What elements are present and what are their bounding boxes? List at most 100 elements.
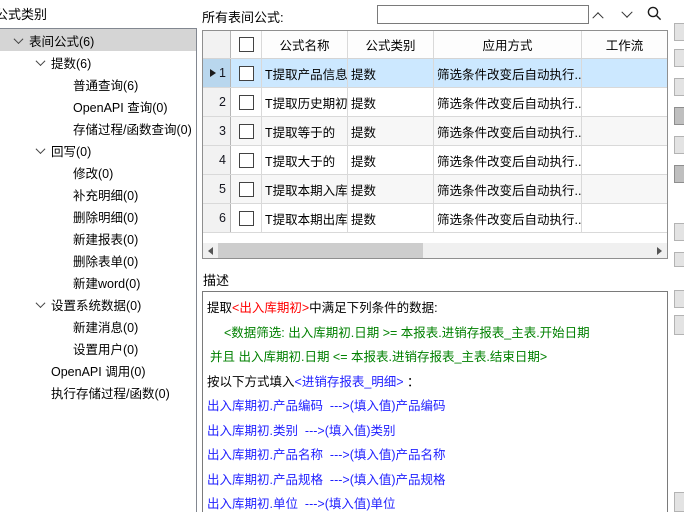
cell-formula-category[interactable]: 提数	[348, 59, 434, 87]
row-checkbox[interactable]	[239, 66, 254, 81]
row-checkbox[interactable]	[239, 153, 254, 168]
clipped-side-button[interactable]	[674, 252, 684, 267]
tree-item[interactable]: 表间公式(6)	[0, 29, 196, 51]
tree-item[interactable]: 删除表单(0)	[0, 249, 196, 271]
clipped-side-button[interactable]	[674, 492, 684, 512]
select-all-checkbox[interactable]	[239, 37, 254, 52]
tree-chevron-box[interactable]	[30, 381, 51, 403]
cell-formula-category[interactable]: 提数	[348, 204, 434, 232]
cell-workflow[interactable]	[582, 117, 667, 145]
tree-chevron-box[interactable]	[30, 293, 51, 315]
tree-item[interactable]: OpenAPI 查询(0)	[0, 95, 196, 117]
tree-chevron-box[interactable]	[30, 139, 51, 161]
table-row[interactable]: 1 T提取产品信息 提数 筛选条件改变后自动执行...	[203, 59, 667, 88]
cell-apply-mode[interactable]: 筛选条件改变后自动执行...	[434, 204, 582, 232]
clipped-side-button[interactable]	[674, 223, 684, 241]
tree-item[interactable]: 设置系统数据(0)	[0, 293, 196, 315]
table-row[interactable]: 5 T提取本期入库 提数 筛选条件改变后自动执行...	[203, 175, 667, 204]
cell-workflow[interactable]	[582, 88, 667, 116]
row-checkbox-cell[interactable]	[231, 59, 262, 87]
row-checkbox[interactable]	[239, 95, 254, 110]
tree-item[interactable]: 补充明细(0)	[0, 183, 196, 205]
tree-chevron-box[interactable]	[52, 271, 73, 293]
table-row[interactable]: 3 T提取等于的 提数 筛选条件改变后自动执行...	[203, 117, 667, 146]
row-checkbox[interactable]	[239, 211, 254, 226]
tree-chevron-box[interactable]	[52, 95, 73, 117]
tree-item[interactable]: 普通查询(6)	[0, 73, 196, 95]
clipped-side-button[interactable]	[674, 165, 684, 183]
clipped-side-button[interactable]	[674, 49, 684, 67]
tree-chevron-box[interactable]	[52, 183, 73, 205]
row-indicator-cell[interactable]: 4	[203, 146, 231, 174]
tree-chevron-box[interactable]	[52, 161, 73, 183]
row-indicator-cell[interactable]: 5	[203, 175, 231, 203]
scroll-left-button[interactable]	[203, 243, 218, 258]
tree-chevron-box[interactable]	[52, 205, 73, 227]
row-indicator-cell[interactable]: 1	[203, 59, 231, 87]
tree-chevron-box[interactable]	[52, 117, 73, 139]
tree-item[interactable]: 存储过程/函数查询(0)	[0, 117, 196, 139]
row-checkbox-cell[interactable]	[231, 117, 262, 145]
tree-chevron-box[interactable]	[52, 73, 73, 95]
col-header-workflow[interactable]: 工作流	[582, 31, 667, 58]
tree-chevron-box[interactable]	[30, 359, 51, 381]
tree-chevron-box[interactable]	[30, 51, 51, 73]
clipped-side-button[interactable]	[674, 78, 684, 96]
search-input[interactable]	[377, 5, 589, 24]
row-checkbox-cell[interactable]	[231, 88, 262, 116]
horizontal-scrollbar[interactable]	[203, 243, 667, 258]
scrollbar-thumb[interactable]	[218, 243, 423, 258]
tree-item[interactable]: 设置用户(0)	[0, 337, 196, 359]
cell-formula-name[interactable]: T提取大于的	[262, 146, 348, 174]
col-header-formula-category[interactable]: 公式类别	[348, 31, 434, 58]
tree-item[interactable]: 执行存储过程/函数(0)	[0, 381, 196, 403]
cell-workflow[interactable]	[582, 175, 667, 203]
cell-workflow[interactable]	[582, 59, 667, 87]
cell-apply-mode[interactable]: 筛选条件改变后自动执行...	[434, 59, 582, 87]
tree-chevron-box[interactable]	[52, 337, 73, 359]
table-row[interactable]: 6 T提取本期出库 提数 筛选条件改变后自动执行...	[203, 204, 667, 233]
tree-item[interactable]: OpenAPI 调用(0)	[0, 359, 196, 381]
cell-workflow[interactable]	[582, 204, 667, 232]
row-checkbox-cell[interactable]	[231, 175, 262, 203]
col-header-apply-mode[interactable]: 应用方式	[434, 31, 582, 58]
tree-item[interactable]: 回写(0)	[0, 139, 196, 161]
tree-chevron-box[interactable]	[52, 227, 73, 249]
cell-apply-mode[interactable]: 筛选条件改变后自动执行...	[434, 117, 582, 145]
clipped-side-button[interactable]	[674, 315, 684, 335]
cell-formula-name[interactable]: T提取本期出库	[262, 204, 348, 232]
clipped-side-button[interactable]	[674, 107, 684, 125]
cell-formula-name[interactable]: T提取历史期初	[262, 88, 348, 116]
clipped-side-button[interactable]	[674, 136, 684, 154]
search-button[interactable]	[643, 4, 665, 22]
search-next-button[interactable]	[616, 6, 638, 24]
cell-formula-category[interactable]: 提数	[348, 175, 434, 203]
clipped-side-button[interactable]	[674, 23, 684, 41]
cell-workflow[interactable]	[582, 146, 667, 174]
tree-item[interactable]: 修改(0)	[0, 161, 196, 183]
cell-formula-name[interactable]: T提取等于的	[262, 117, 348, 145]
tree-item[interactable]: 删除明细(0)	[0, 205, 196, 227]
cell-formula-name[interactable]: T提取产品信息	[262, 59, 348, 87]
tree-chevron-box[interactable]	[52, 315, 73, 337]
cell-apply-mode[interactable]: 筛选条件改变后自动执行...	[434, 88, 582, 116]
tree-item[interactable]: 新建消息(0)	[0, 315, 196, 337]
cell-formula-category[interactable]: 提数	[348, 117, 434, 145]
row-checkbox-cell[interactable]	[231, 204, 262, 232]
cell-formula-category[interactable]: 提数	[348, 146, 434, 174]
cell-apply-mode[interactable]: 筛选条件改变后自动执行...	[434, 146, 582, 174]
row-indicator-cell[interactable]: 2	[203, 88, 231, 116]
col-header-formula-name[interactable]: 公式名称	[262, 31, 348, 58]
row-checkbox[interactable]	[239, 182, 254, 197]
cell-apply-mode[interactable]: 筛选条件改变后自动执行...	[434, 175, 582, 203]
table-row[interactable]: 2 T提取历史期初 提数 筛选条件改变后自动执行...	[203, 88, 667, 117]
search-prev-button[interactable]	[587, 6, 609, 24]
table-row[interactable]: 4 T提取大于的 提数 筛选条件改变后自动执行...	[203, 146, 667, 175]
row-indicator-cell[interactable]: 3	[203, 117, 231, 145]
scroll-right-button[interactable]	[652, 243, 667, 258]
row-checkbox[interactable]	[239, 124, 254, 139]
cell-formula-category[interactable]: 提数	[348, 88, 434, 116]
tree-item[interactable]: 提数(6)	[0, 51, 196, 73]
tree-item[interactable]: 新建报表(0)	[0, 227, 196, 249]
clipped-side-button[interactable]	[674, 290, 684, 308]
